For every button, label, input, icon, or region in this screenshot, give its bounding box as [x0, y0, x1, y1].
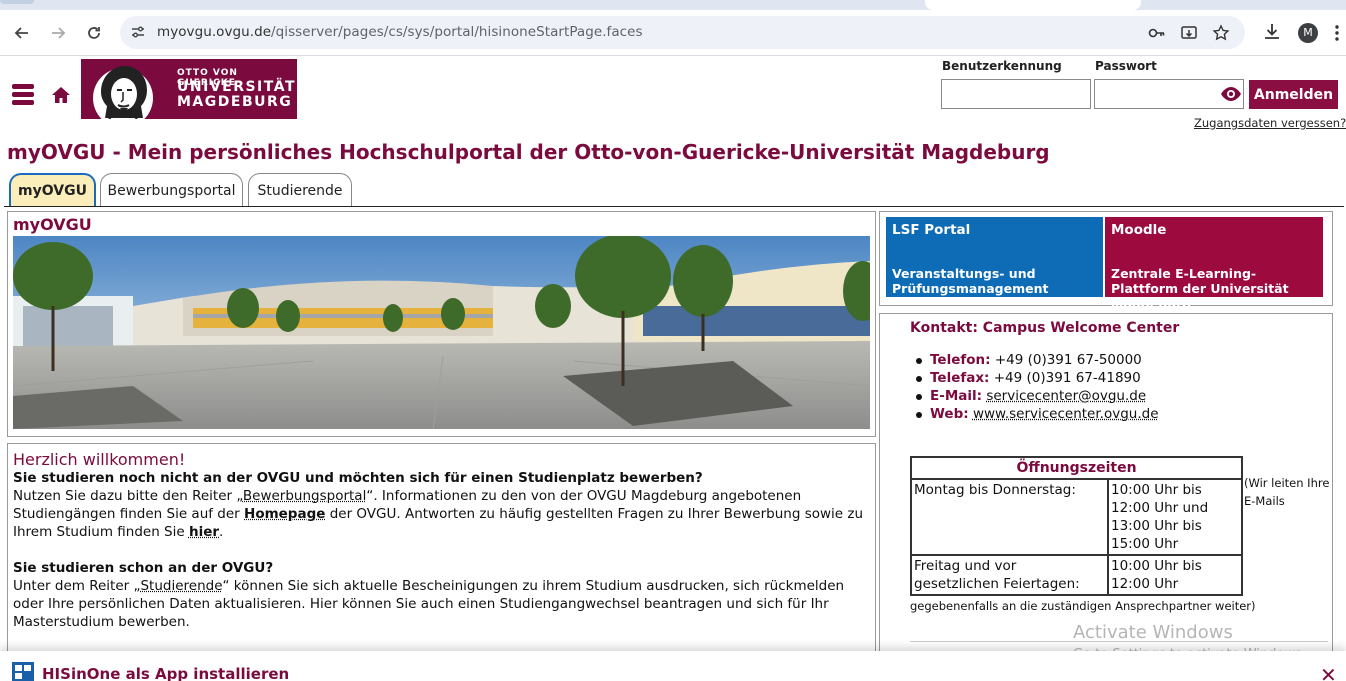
- opening-hours-table: Öffnungszeiten Montag bis Donnerstag: 10…: [910, 456, 1243, 596]
- site-info-icon[interactable]: [130, 24, 146, 40]
- key-icon[interactable]: [1148, 24, 1166, 42]
- home-icon[interactable]: [50, 85, 72, 105]
- lsf-portal-tile[interactable]: LSF Portal Veranstaltungs- und Prüfungsm…: [886, 217, 1103, 297]
- logo-line-3: MAGDEBURG: [177, 94, 293, 110]
- url-path: /qisserver/pages/cs/sys/portal/hisinoneS…: [271, 24, 643, 40]
- logo-underlay: [81, 119, 297, 135]
- web-link[interactable]: www.servicecenter.ovgu.de: [973, 406, 1159, 422]
- bullet: [916, 394, 922, 400]
- p1-text-a: Nutzen Sie dazu bitte den Reiter „: [13, 488, 243, 504]
- tab-studierende[interactable]: Studierende: [248, 173, 352, 207]
- hours-time-1: 10:00 Uhr bis 12:00 Uhr und 13:00 Uhr bis…: [1107, 478, 1243, 556]
- contact-panel: Kontakt: Campus Welcome Center Telefon: …: [879, 313, 1333, 663]
- hours-bottom-note: gegebenenfalls an die zuständigen Anspre…: [910, 599, 1256, 613]
- url-text: myovgu.ovgu.de/qisserver/pages/cs/sys/po…: [157, 24, 643, 40]
- p2-text-a: Unter dem Reiter „: [13, 578, 141, 594]
- fax-label: Telefax:: [930, 370, 990, 386]
- email-label: E-Mail:: [930, 388, 983, 404]
- link-homepage[interactable]: Homepage: [244, 506, 325, 522]
- p1-text-d: .: [219, 524, 224, 540]
- lsf-portal-title: LSF Portal: [892, 222, 971, 238]
- hours-time-2: 10:00 Uhr bis 12:00 Uhr: [1107, 554, 1243, 596]
- tab-myovgu[interactable]: myOVGU: [9, 173, 96, 207]
- address-bar[interactable]: myovgu.ovgu.de/qisserver/pages/cs/sys/po…: [120, 16, 1245, 49]
- browser-tab-pinned[interactable]: [0, 0, 34, 4]
- browser-toolbar: myovgu.ovgu.de/qisserver/pages/cs/sys/po…: [0, 10, 1346, 56]
- tab-baseline: [4, 206, 1344, 207]
- fax-value: +49 (0)391 67-41890: [993, 370, 1141, 386]
- contact-email: E-Mail: servicecenter@ovgu.de: [916, 388, 1146, 404]
- image-panel-title: myOVGU: [13, 215, 92, 234]
- app-grid-icon: [12, 662, 34, 681]
- moodle-title: Moodle: [1111, 222, 1167, 238]
- app-install-text[interactable]: HISinOne als App installieren: [42, 665, 289, 681]
- bookmark-star-icon[interactable]: [1212, 24, 1230, 42]
- hours-time-1a: 10:00 Uhr bis 12:00 Uhr und: [1111, 482, 1209, 516]
- hamburger-menu-icon[interactable]: [12, 84, 34, 106]
- activate-windows-watermark: Activate Windows: [1073, 622, 1233, 643]
- welcome-title: Herzlich willkommen!: [13, 450, 186, 469]
- forgot-credentials-link[interactable]: Zugangsdaten vergessen?: [1194, 116, 1346, 130]
- campus-panorama-image: [13, 236, 870, 429]
- browser-menu-icon[interactable]: [1334, 24, 1340, 42]
- show-password-eye-icon[interactable]: [1220, 86, 1242, 102]
- close-icon[interactable]: ✕: [1320, 663, 1337, 681]
- username-label: Benutzerkennung: [942, 59, 1062, 73]
- logo-line-2: UNIVERSITÄT: [177, 79, 297, 95]
- url-host: myovgu.ovgu.de: [157, 24, 272, 40]
- link-bewerbungsportal[interactable]: Bewerbungsportal: [243, 488, 366, 504]
- bullet: [916, 412, 922, 418]
- browser-tab-active[interactable]: [925, 0, 1141, 10]
- page-title: myOVGU - Mein persönliches Hochschulport…: [7, 140, 1050, 164]
- university-logo[interactable]: OTTO VON GUERICKE UNIVERSITÄT MAGDEBURG: [81, 59, 297, 132]
- bullet: [916, 376, 922, 382]
- link-hier[interactable]: hier: [189, 524, 219, 540]
- opening-hours-title: Öffnungszeiten: [910, 456, 1243, 480]
- forward-arrow-icon[interactable]: [44, 19, 72, 47]
- hours-time-1b: 13:00 Uhr bis 15:00 Uhr: [1111, 518, 1202, 552]
- welcome-question-1: Sie studieren noch nicht an der OVGU und…: [13, 469, 873, 487]
- phone-label: Telefon:: [930, 352, 991, 368]
- question-1-text: Sie studieren noch nicht an der OVGU und…: [13, 470, 703, 486]
- email-link[interactable]: servicecenter@ovgu.de: [986, 388, 1146, 404]
- web-label: Web:: [930, 406, 969, 422]
- welcome-question-2: Sie studieren schon an der OVGU?: [13, 559, 873, 577]
- link-studierende[interactable]: Studierende: [140, 578, 222, 594]
- tab-bewerbungsportal[interactable]: Bewerbungsportal: [100, 173, 243, 207]
- hours-side-note: (Wir leiten Ihre E-Mails: [1244, 476, 1330, 508]
- moodle-tile[interactable]: Moodle Zentrale E-Learning-Plattform der…: [1105, 217, 1323, 311]
- login-button[interactable]: Anmelden: [1249, 80, 1338, 109]
- campus-image-panel: myOVGU: [7, 211, 876, 437]
- portals-panel: LSF Portal Veranstaltungs- und Prüfungsm…: [879, 211, 1333, 311]
- browser-tab-strip: [0, 0, 1346, 10]
- welcome-paragraph-1: Nutzen Sie dazu bitte den Reiter „Bewerb…: [13, 487, 873, 541]
- app-install-banner: HISinOne als App installieren ✕: [0, 651, 1346, 681]
- password-label: Passwort: [1095, 59, 1157, 73]
- reload-icon[interactable]: [80, 19, 108, 47]
- welcome-panel: Herzlich willkommen! Sie studieren noch …: [7, 443, 876, 663]
- moodle-subtitle: Zentrale E-Learning-Plattform der Univer…: [1111, 266, 1289, 311]
- phone-value: +49 (0)391 67-50000: [994, 352, 1142, 368]
- profile-avatar[interactable]: M: [1298, 23, 1318, 43]
- bullet: [916, 358, 922, 364]
- install-app-icon[interactable]: [1180, 24, 1198, 42]
- welcome-paragraph-2: Unter dem Reiter „Studierende“ können Si…: [13, 577, 873, 631]
- table-row: Montag bis Donnerstag: 10:00 Uhr bis 12:…: [910, 478, 1243, 556]
- download-icon[interactable]: [1261, 21, 1283, 43]
- contact-web: Web: www.servicecenter.ovgu.de: [916, 406, 1159, 422]
- username-input[interactable]: [941, 79, 1091, 109]
- hours-days-1: Montag bis Donnerstag:: [910, 478, 1109, 556]
- contact-fax: Telefax: +49 (0)391 67-41890: [916, 370, 1141, 386]
- hours-days-2: Freitag und vor gesetzlichen Feiertagen:: [910, 554, 1109, 596]
- contact-phone: Telefon: +49 (0)391 67-50000: [916, 352, 1142, 368]
- back-arrow-icon[interactable]: [8, 19, 36, 47]
- question-2-text: Sie studieren schon an der OVGU?: [13, 560, 274, 576]
- lsf-portal-subtitle: Veranstaltungs- und Prüfungsmanagement: [892, 266, 1049, 296]
- contact-title: Kontakt: Campus Welcome Center: [910, 320, 1180, 336]
- table-row: Freitag und vor gesetzlichen Feiertagen:…: [910, 554, 1243, 596]
